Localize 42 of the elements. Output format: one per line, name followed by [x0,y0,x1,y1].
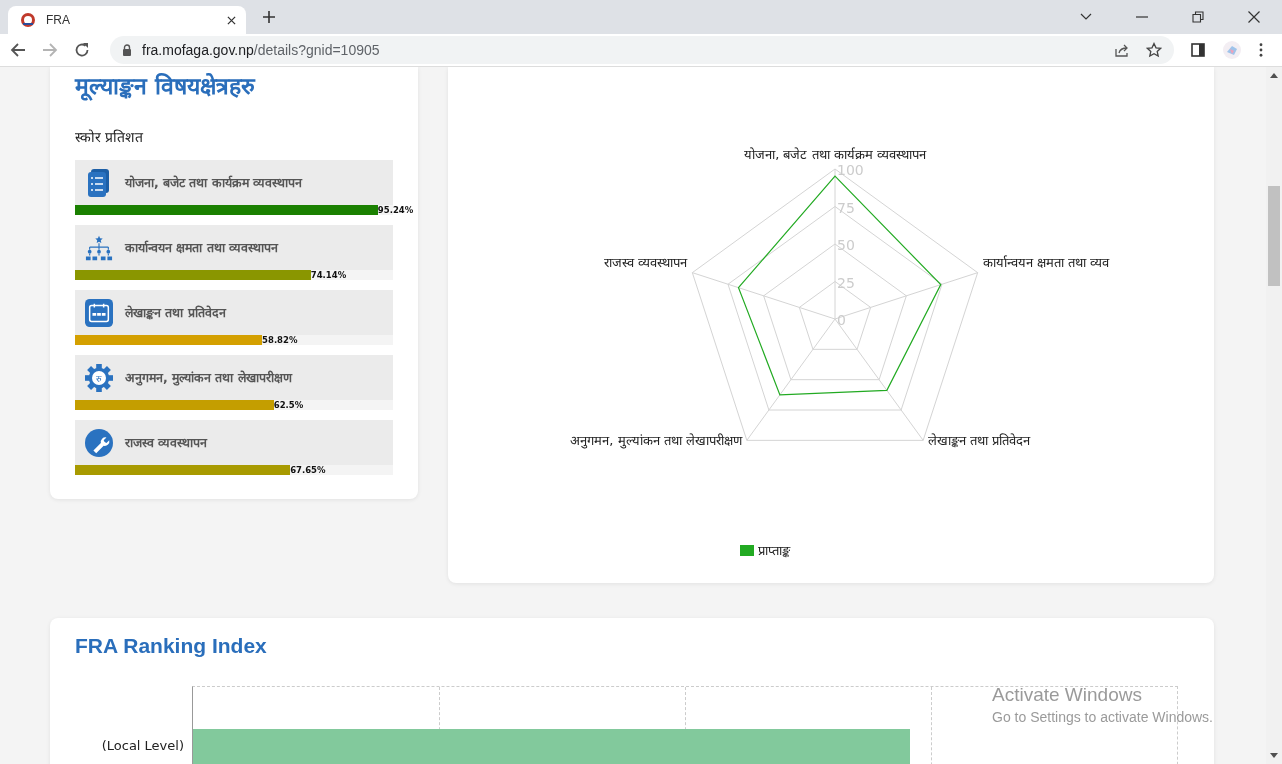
category-header: योजना, बजेट तथा कार्यक्रम व्यवस्थापन [75,160,393,205]
watermark-subtitle: Go to Settings to activate Windows. [992,709,1213,725]
browser-tab[interactable]: FRA [8,6,246,34]
category-header: कार्यान्वयन क्षमता तथा व्यवस्थापन [75,225,393,270]
reload-icon[interactable] [74,42,90,58]
category-header: रु अनुगमन, मुल्यांकन तथा लेखापरीक्षण [75,355,393,400]
address-bar[interactable]: fra.mofaga.gov.np/details?gnid=10905 [110,36,1174,64]
axis-label: कार्यान्वयन क्षमता तथा व्यव [982,254,1110,270]
lock-icon [122,44,132,56]
gear-icon: रु [85,363,113,392]
restore-icon[interactable] [1192,11,1204,23]
category-header: लेखाङ्कन तथा प्रतिवेदन [75,290,393,335]
star-icon[interactable] [1146,42,1162,58]
share-icon[interactable] [1114,42,1130,58]
axis-label: लेखाङ्कन तथा प्रतिवेदन [928,433,1031,449]
watermark-title: Activate Windows [992,684,1143,706]
back-arrow-icon[interactable] [10,42,26,58]
score-value: 74.14% [310,270,347,280]
axis-label: योजना, बजेट तथा कार्यक्रम व्यवस्थापन [744,147,926,162]
card-subtitle: स्कोर प्रतिशत [75,128,145,146]
new-tab-icon[interactable] [263,11,275,23]
emblem-icon [20,12,36,28]
side-panel-icon[interactable] [1191,43,1205,57]
category-label: (Local Level) [101,738,184,753]
url-text: fra.mofaga.gov.np/details?gnid=10905 [142,42,380,58]
score-value: 58.82% [262,335,298,345]
tab-title: FRA [46,13,71,27]
close-icon[interactable] [227,15,236,25]
card-title: मूल्याङ्कन विषयक्षेत्रहरु [75,72,257,101]
score-value: 95.24% [377,205,414,215]
score-value: 67.65% [290,465,326,475]
card-title: FRA Ranking Index [75,633,268,658]
legend-label: प्राप्ताङ्क [758,543,790,558]
wrench-icon [85,428,113,457]
score-value: 62.5% [273,400,304,410]
axis-label: राजस्व व्यवस्थापन [604,254,688,270]
axis-label: अनुगमन, मुल्यांकन तथा लेखापरीक्षण [570,433,742,449]
category-header: राजस्व व्यवस्थापन [75,420,393,465]
menu-icon[interactable] [1259,43,1263,57]
calendar-icon [85,298,113,327]
close-icon[interactable] [1248,11,1260,23]
legend-swatch [740,545,754,556]
